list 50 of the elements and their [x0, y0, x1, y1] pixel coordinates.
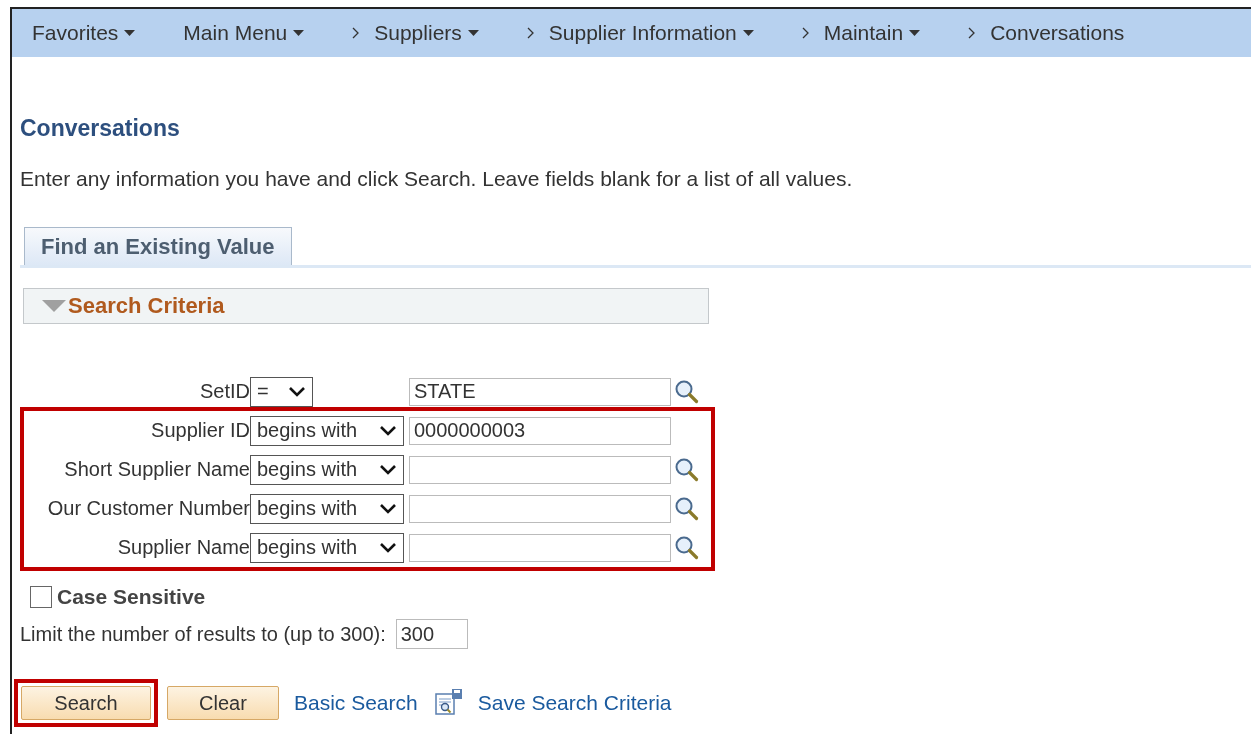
operator-dropdown[interactable]: begins with	[250, 493, 404, 524]
input-field[interactable]: 0000000003	[409, 416, 671, 445]
field-label: Short Supplier Name	[63, 458, 250, 481]
instructions-text: Enter any information you have and click Search. Leave fields blank for a list of all values.	[20, 167, 854, 191]
page-title: Conversations	[20, 115, 181, 143]
input-field[interactable]: 300	[395, 619, 468, 649]
nav-menu-item[interactable]: Favorites	[12, 9, 125, 57]
search-icon[interactable]	[674, 456, 700, 483]
nav-menu-item[interactable]: Supplier Information	[534, 21, 743, 45]
field-label: Supplier ID	[150, 419, 250, 442]
action-button[interactable]: Clear	[167, 686, 279, 720]
chevron-down-icon	[379, 503, 397, 514]
caret-icon[interactable]	[124, 30, 136, 36]
section-title: Search Criteria	[68, 293, 225, 319]
search-icon[interactable]	[674, 378, 700, 405]
nav-menu-item[interactable]: Suppliers	[360, 21, 468, 45]
link[interactable]: Save Search Criteria	[477, 691, 672, 715]
checkbox-label: Case Sensitive	[57, 585, 206, 609]
input-field[interactable]	[409, 533, 671, 562]
field-label: SetID	[198, 380, 250, 403]
nav-menu-item[interactable]: Conversations	[976, 21, 1131, 45]
input-field[interactable]: STATE	[409, 377, 671, 406]
save-search-icon[interactable]	[433, 688, 464, 718]
caret-icon[interactable]	[467, 30, 479, 36]
chevron-down-icon	[379, 425, 397, 436]
checkbox[interactable]	[30, 586, 52, 608]
action-button[interactable]: Search	[21, 686, 151, 720]
chevron-down-icon	[379, 464, 397, 475]
operator-dropdown[interactable]: =	[250, 376, 313, 407]
input-field[interactable]	[409, 494, 671, 523]
chevron-down-icon	[288, 386, 306, 397]
nav-menu-item[interactable]: Main Menu	[169, 21, 294, 45]
collapse-icon	[42, 300, 66, 312]
chevron-down-icon	[379, 542, 397, 553]
tab[interactable]: Find an Existing Value	[24, 227, 292, 265]
caret-icon[interactable]	[742, 30, 754, 36]
field-label: Our Customer Number	[46, 497, 250, 520]
caret-icon[interactable]	[909, 30, 921, 36]
operator-dropdown[interactable]: begins with	[250, 532, 404, 563]
search-icon[interactable]	[674, 534, 700, 561]
search-icon[interactable]	[674, 495, 700, 522]
link[interactable]: Basic Search	[294, 691, 418, 715]
operator-dropdown[interactable]: begins with	[250, 415, 404, 446]
limit-label: Limit the number of results to (up to 300):	[20, 622, 386, 646]
section-header[interactable]: Search Criteria	[23, 288, 709, 324]
operator-dropdown[interactable]: begins with	[250, 454, 404, 485]
input-field[interactable]	[409, 455, 671, 484]
nav-menu-item[interactable]: Maintain	[809, 21, 910, 45]
caret-icon[interactable]	[293, 30, 305, 36]
field-label: Supplier Name	[116, 536, 250, 559]
